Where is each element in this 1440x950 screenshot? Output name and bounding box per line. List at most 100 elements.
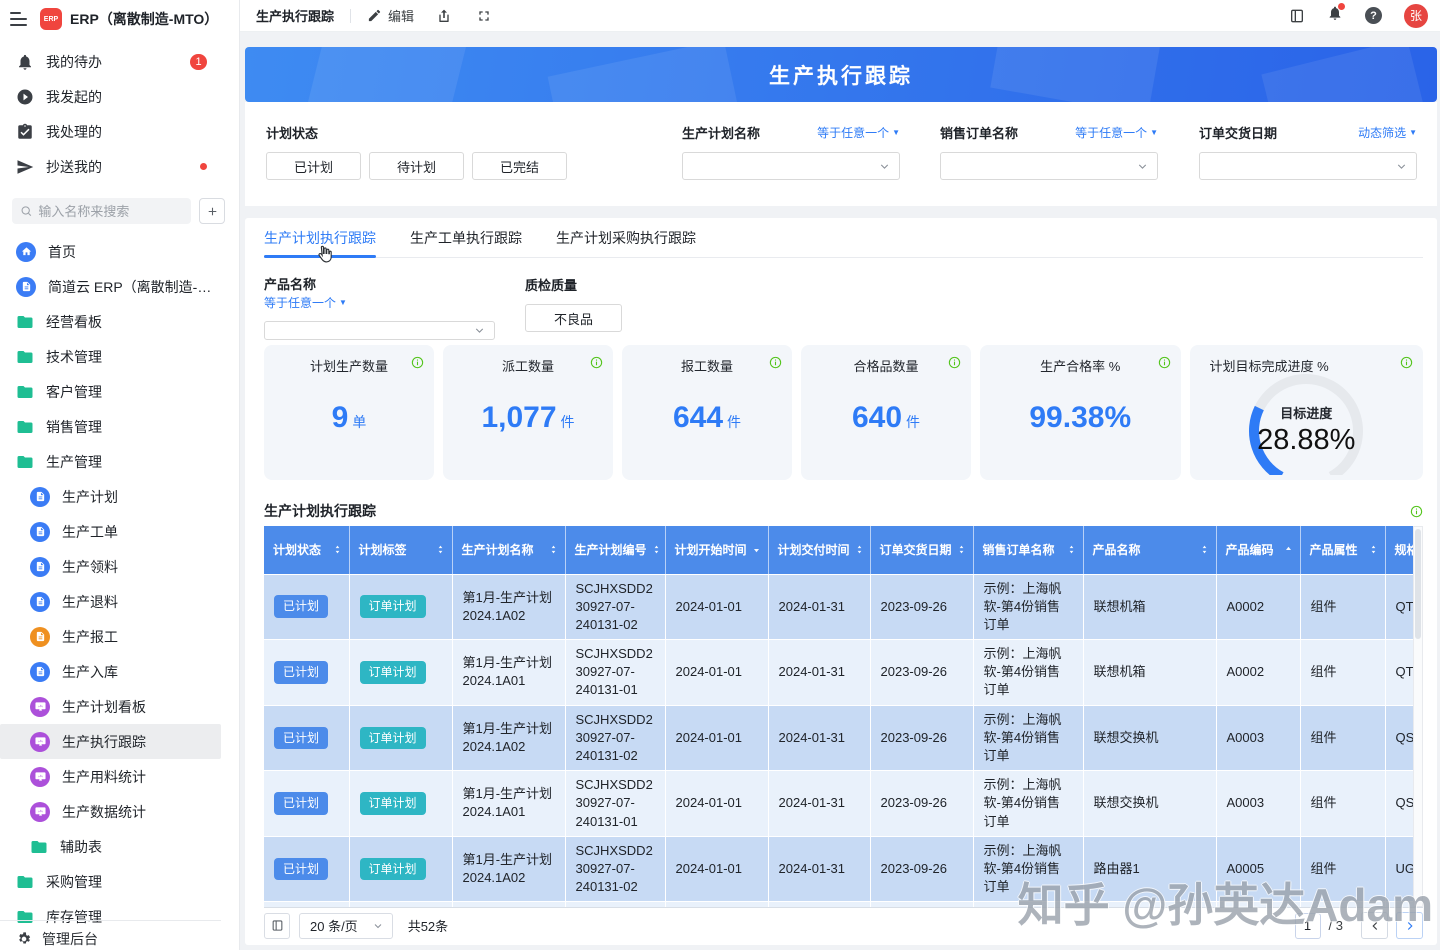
sort-icon[interactable] xyxy=(1199,544,1210,555)
sidebar-item-12[interactable]: 生产入库 xyxy=(0,654,239,689)
plan-name-select[interactable] xyxy=(682,152,900,180)
panel-toggle-icon[interactable] xyxy=(1289,8,1305,24)
info-icon[interactable] xyxy=(1400,356,1413,369)
sort-icon[interactable] xyxy=(1066,544,1077,555)
table-row[interactable]: 已计划订单计划第1月-生产计划 2024.1A02SCJHXSDD230927-… xyxy=(264,705,1423,771)
workflow-item-3[interactable]: 抄送我的 xyxy=(0,149,239,184)
sidebar-item-6[interactable]: 生产管理 xyxy=(0,444,239,479)
sort-icon[interactable] xyxy=(956,544,967,555)
sidebar-item-10[interactable]: 生产退料 xyxy=(0,584,239,619)
sidebar-item-9[interactable]: 生产领料 xyxy=(0,549,239,584)
sidebar-item-13[interactable]: 生产计划看板 xyxy=(0,689,239,724)
delivery-date-operator[interactable]: 动态筛选▼ xyxy=(1358,124,1417,141)
search-input[interactable] xyxy=(38,204,183,219)
sidebar-item-17[interactable]: 辅助表 xyxy=(0,829,239,864)
sidebar-item-8[interactable]: 生产工单 xyxy=(0,514,239,549)
sort-icon[interactable] xyxy=(1283,544,1294,555)
share-icon[interactable] xyxy=(436,8,452,24)
sidebar-item-1[interactable]: 简道云 ERP（离散制造-MTO）... xyxy=(0,269,239,304)
info-icon[interactable] xyxy=(1158,356,1171,369)
col-header-5[interactable]: 计划交付时间 xyxy=(768,526,870,574)
notifications-button[interactable] xyxy=(1327,5,1343,26)
sidebar-item-14[interactable]: 生产执行跟踪 xyxy=(0,724,221,759)
table-scrollbar[interactable] xyxy=(1413,526,1423,907)
col-header-1[interactable]: 计划标签 xyxy=(349,526,452,574)
sidebar-item-5[interactable]: 销售管理 xyxy=(0,409,239,444)
col-header-6[interactable]: 订单交货日期 xyxy=(870,526,973,574)
current-page[interactable]: 1 xyxy=(1295,913,1321,939)
info-icon[interactable] xyxy=(769,356,782,369)
sort-icon[interactable] xyxy=(854,544,865,555)
table-row[interactable]: 已计划订单计划第1月-生产计划 2024.1A01SCJHXSDD230927-… xyxy=(264,640,1423,706)
product-name-select[interactable] xyxy=(264,321,495,340)
tab-0[interactable]: 生产计划执行跟踪 xyxy=(264,218,376,257)
edit-button[interactable]: 编辑 xyxy=(367,6,414,25)
tab-1[interactable]: 生产工单执行跟踪 xyxy=(410,218,522,257)
table-row[interactable]: 已计划订单计划第1月-生产计划 2024.1A01SCJHXSDD230927-… xyxy=(264,771,1423,837)
info-icon[interactable] xyxy=(590,356,603,369)
status-badge: 已计划 xyxy=(274,727,328,750)
order-name-operator[interactable]: 等于任意一个▼ xyxy=(1075,124,1158,141)
plan-status-option-1[interactable]: 待计划 xyxy=(369,152,464,180)
sidebar-item-4[interactable]: 客户管理 xyxy=(0,374,239,409)
col-header-0[interactable]: 计划状态 xyxy=(264,526,349,574)
collapse-menu-icon[interactable] xyxy=(10,12,28,26)
fullscreen-icon[interactable] xyxy=(476,8,492,24)
app-title: ERP（离散制造-MTO） xyxy=(70,9,218,29)
page-size-select[interactable]: 20 条/页 xyxy=(299,913,393,939)
plan-name-operator[interactable]: 等于任意一个▼ xyxy=(817,124,900,141)
prev-page-button[interactable] xyxy=(1361,912,1388,939)
column-settings-button[interactable] xyxy=(264,913,290,939)
sidebar-item-admin[interactable]: 管理后台 xyxy=(0,920,221,950)
table-row[interactable]: 已计划订单计划第1月-生产计划 2024.1A02SCJHXSDD230927-… xyxy=(264,836,1423,902)
sort-icon[interactable] xyxy=(751,544,762,555)
sidebar-search[interactable] xyxy=(12,198,191,224)
sidebar-item-0[interactable]: 首页 xyxy=(0,234,239,269)
plan-status-option-2[interactable]: 已完结 xyxy=(472,152,567,180)
table-scroll-area[interactable]: 计划状态计划标签生产计划名称生产计划编号计划开始时间计划交付时间订单交货日期销售… xyxy=(264,526,1423,907)
workflow-item-2[interactable]: 我处理的 xyxy=(0,114,239,149)
chevron-down-icon xyxy=(878,160,891,173)
banner-title: 生产执行跟踪 xyxy=(769,60,913,90)
folder-icon xyxy=(16,383,34,401)
defective-filter-button[interactable]: 不良品 xyxy=(525,304,622,332)
workflow-item-1[interactable]: 我发起的 xyxy=(0,79,239,114)
sidebar-item-3[interactable]: 技术管理 xyxy=(0,339,239,374)
tag-badge: 订单计划 xyxy=(360,858,426,881)
col-header-4[interactable]: 计划开始时间 xyxy=(665,526,768,574)
sort-icon[interactable] xyxy=(332,544,343,555)
info-icon[interactable] xyxy=(411,356,424,369)
sidebar-item-2[interactable]: 经营看板 xyxy=(0,304,239,339)
delivery-date-select[interactable] xyxy=(1199,152,1417,180)
info-icon[interactable] xyxy=(948,356,961,369)
col-header-8[interactable]: 产品名称 xyxy=(1083,526,1216,574)
sidebar-item-16[interactable]: 生产数据统计 xyxy=(0,794,239,829)
chevron-down-icon xyxy=(1136,160,1149,173)
sidebar-item-18[interactable]: 采购管理 xyxy=(0,864,239,899)
add-button[interactable] xyxy=(199,198,225,224)
help-button[interactable]: ? xyxy=(1365,7,1382,24)
product-name-operator[interactable]: 等于任意一个▼ xyxy=(264,294,495,311)
plan-status-option-0[interactable]: 已计划 xyxy=(266,152,361,180)
info-icon[interactable] xyxy=(1410,505,1423,518)
order-name-select[interactable] xyxy=(940,152,1158,180)
col-header-7[interactable]: 销售订单名称 xyxy=(973,526,1083,574)
sort-icon[interactable] xyxy=(651,544,662,555)
col-header-2[interactable]: 生产计划名称 xyxy=(452,526,565,574)
sort-icon[interactable] xyxy=(435,544,446,555)
dashboard-banner: 生产执行跟踪 xyxy=(245,47,1437,102)
sort-icon[interactable] xyxy=(548,544,559,555)
sort-icon[interactable] xyxy=(1368,544,1379,555)
sidebar-item-15[interactable]: 生产用料统计 xyxy=(0,759,239,794)
sidebar-item-11[interactable]: 生产报工 xyxy=(0,619,239,654)
col-header-3[interactable]: 生产计划编号 xyxy=(565,526,665,574)
col-header-10[interactable]: 产品属性 xyxy=(1300,526,1385,574)
col-header-9[interactable]: 产品编码 xyxy=(1216,526,1300,574)
next-page-button[interactable] xyxy=(1396,912,1423,939)
tab-2[interactable]: 生产计划采购执行跟踪 xyxy=(556,218,696,257)
sidebar-item-7[interactable]: 生产计划 xyxy=(0,479,239,514)
workflow-item-0[interactable]: 我的待办 1 xyxy=(0,44,239,79)
user-avatar[interactable]: 张 xyxy=(1404,4,1428,28)
page-count: / 3 xyxy=(1329,918,1343,933)
table-row[interactable]: 已计划订单计划第1月-生产计划 2024.1A02SCJHXSDD230927-… xyxy=(264,574,1423,640)
